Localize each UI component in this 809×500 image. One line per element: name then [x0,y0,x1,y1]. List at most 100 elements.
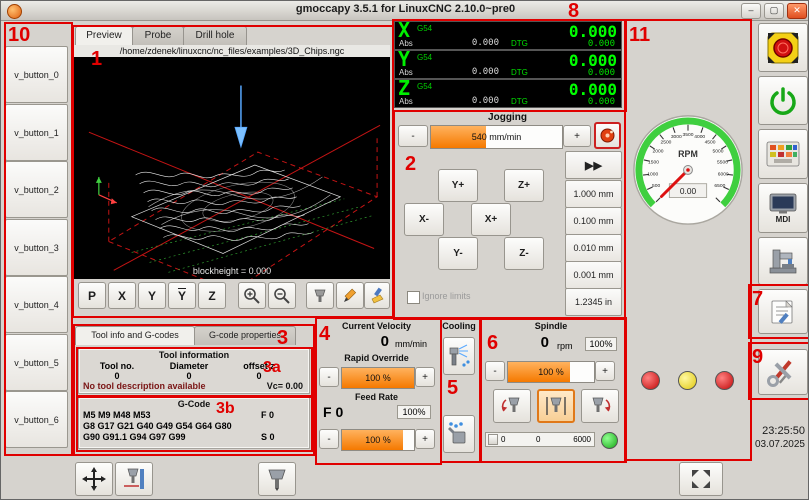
current-velocity-title: Current Velocity [317,321,436,331]
sidebar-button-4[interactable]: v_button_4 [5,276,68,333]
gcode-frame: G-Code M5 M9 M48 M53 G8 G17 G21 G40 G49 … [78,397,310,449]
tool-path-button[interactable] [306,282,334,309]
machine-settings-button[interactable] [758,237,808,285]
spindle-speed-scale[interactable]: 0 0 6000 [485,432,595,447]
tool-editor-button[interactable] [758,289,808,334]
jog-z-plus-button[interactable]: Z+ [504,169,544,202]
ignore-limits-checkbox[interactable] [407,291,420,304]
close-button[interactable]: ✕ [787,3,807,19]
tool-holder-large-icon [265,467,289,491]
tool-change-button[interactable] [258,462,296,496]
sidebar-button-5[interactable]: v_button_5 [5,334,68,391]
feed-rate-bar[interactable]: 100 % [341,429,415,451]
sidebar-button-1[interactable]: v_button_1 [5,104,68,161]
scale-max: 6000 [573,435,591,444]
jog-x-minus-button[interactable]: X- [404,203,444,236]
gcode-frame-title: G-Code [79,399,309,409]
tool-measure-icon [122,467,146,491]
spindle-override-value: 100 % [508,362,594,382]
sidebar-button-2[interactable]: v_button_2 [5,161,68,218]
view-perspective-button[interactable]: P [78,282,106,309]
gcode-f-word: F 0 [261,410,274,420]
gmoccapy-window: gmoccapy 3.5.1 for LinuxCNC 2.10.0~pre0 … [0,0,809,500]
view-y-button[interactable]: Y [138,282,166,309]
maximize-button[interactable]: ▢ [764,3,784,19]
view-x-button[interactable]: X [108,282,136,309]
minimize-button[interactable]: – [741,3,761,19]
increment-01mm-button[interactable]: 0.100 mm [565,207,622,235]
tool-measure-button[interactable] [115,462,153,496]
machine-on-button[interactable] [758,76,808,125]
virtual-keyboard-button[interactable] [758,129,808,179]
touch-off-button[interactable] [75,462,113,496]
jog-x-plus-button[interactable]: X+ [471,203,511,236]
jog-speed-bar[interactable]: 540 mm/min [430,125,563,149]
tool-no-value: 0 [87,371,147,381]
svg-text:1500: 1500 [648,160,659,166]
rapid-override-bar[interactable]: 100 % [341,367,415,389]
dro-axis-x[interactable]: X G54 Abs 0.000 DTG 0.000 0.000 [394,21,622,50]
spindle-rpm-value: 0 [513,334,549,351]
tab-preview[interactable]: Preview [75,26,133,45]
svg-text:2500: 2500 [661,140,672,146]
scale-handle[interactable] [488,434,498,445]
jog-z-minus-button[interactable]: Z- [504,237,544,270]
clear-plot-button[interactable] [364,282,390,309]
increment-0001mm-button[interactable]: 0.001 mm [565,261,622,289]
spindle-percent: 100% [585,337,617,351]
tab-gcode-properties[interactable]: G-code properties [194,326,296,345]
zoom-out-icon [273,287,291,305]
sidebar-button-6[interactable]: v_button_6 [5,391,68,448]
tab-tool-info[interactable]: Tool info and G-codes [75,326,195,345]
increment-001mm-button[interactable]: 0.010 mm [565,234,622,262]
tools-icon [767,357,799,387]
view-z-button[interactable]: Z [198,282,226,309]
rapid-override-title: Rapid Override [317,353,436,363]
jog-y-plus-button[interactable]: Y+ [438,169,478,202]
dro-axis-z[interactable]: Z G54 Abs 0.000 DTG 0.000 0.000 [394,79,622,108]
increment-1mm-button[interactable]: 1.000 mm [565,180,622,208]
jog-speed-plus-button[interactable]: + [563,125,591,147]
mdi-button[interactable]: MDI [758,183,808,233]
jog-speed-minus-button[interactable]: - [398,125,428,147]
sidebar-button-3[interactable]: v_button_3 [5,219,68,276]
feed-minus-button[interactable]: - [319,429,339,449]
spindle-minus-button[interactable]: - [485,361,505,381]
jog-y-minus-button[interactable]: Y- [438,237,478,270]
spindle-stop-button[interactable] [537,389,575,423]
view-y2-button[interactable]: Y [168,282,196,309]
zoom-in-button[interactable] [238,282,266,309]
tool-information-frame: Tool information Tool no. Diameter offse… [78,348,310,394]
spindle-cw-button[interactable] [581,389,619,423]
spindle-plus-button[interactable]: + [595,361,615,381]
annotation-label-6: 6 [487,333,498,353]
flood-coolant-button[interactable] [443,415,475,453]
jog-continuous-button[interactable]: ▶▶ [565,151,622,179]
dtg-value: 0.000 [588,97,615,107]
estop-button[interactable] [758,23,808,72]
tab-drill-hole[interactable]: Drill hole [183,26,247,45]
diameter-header: Diameter [159,361,219,371]
tab-probe[interactable]: Probe [132,26,184,45]
rapid-plus-button[interactable]: + [415,367,435,387]
settings-button[interactable] [758,349,808,395]
tool-information-title: Tool information [79,350,309,360]
rapid-minus-button[interactable]: - [319,367,339,387]
spindle-override-bar[interactable]: 100 % [507,361,595,383]
fullscreen-button[interactable] [679,462,723,496]
increment-inch-button[interactable]: 1.2345 in [565,288,622,316]
dro-axis-y[interactable]: Y G54 Abs 0.000 DTG 0.000 0.000 [394,50,622,79]
edit-gcode-button[interactable] [336,282,364,309]
sidebar-button-0[interactable]: v_button_0 [5,46,68,103]
preview-3d-view[interactable]: blockheight = 0.000 [74,57,390,279]
mist-coolant-button[interactable] [443,337,475,375]
current-velocity-value: 0 [327,333,389,350]
coord-system: G54 [417,24,432,33]
spindle-ccw-button[interactable] [493,389,531,423]
jog-wheel-button[interactable] [594,122,621,149]
feed-plus-button[interactable]: + [415,429,435,449]
tool-holder-icon [311,287,329,305]
svg-text:4500: 4500 [705,140,716,146]
svg-text:6500: 6500 [714,183,725,189]
zoom-out-button[interactable] [268,282,296,309]
